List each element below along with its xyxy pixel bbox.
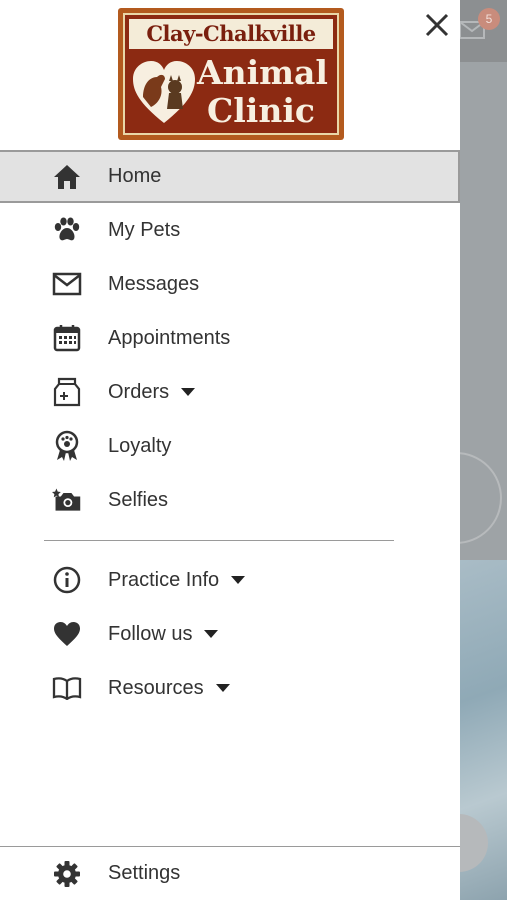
- menu-label-loyalty: Loyalty: [108, 434, 172, 457]
- menu-item-appointments[interactable]: Appointments: [0, 311, 460, 365]
- menu-label-follow-us: Follow us: [108, 623, 219, 646]
- book-icon: [52, 673, 82, 703]
- gear-icon: [52, 859, 82, 889]
- logo-line3: Clinic: [207, 91, 315, 130]
- menu-item-home[interactable]: Home: [0, 150, 460, 203]
- chevron-down-icon: [231, 576, 246, 585]
- notification-badge: 5: [478, 8, 500, 30]
- menu-label-resources: Resources: [108, 677, 230, 700]
- heart-animals-icon: [133, 61, 195, 123]
- secondary-menu: Practice Info Follow us Resources: [0, 553, 460, 715]
- menu-label-messages: Messages: [108, 272, 200, 295]
- menu-label-settings: Settings: [108, 862, 181, 884]
- menu-item-resources[interactable]: Resources: [0, 661, 460, 715]
- logo-line1: Clay-Chalkville: [129, 19, 333, 49]
- menu-item-orders[interactable]: Orders: [0, 365, 460, 419]
- paw-icon: [52, 215, 82, 245]
- camera-icon: [52, 485, 82, 515]
- close-icon[interactable]: [420, 8, 454, 42]
- calendar-icon: [52, 323, 82, 353]
- menu-item-follow-us[interactable]: Follow us: [0, 607, 460, 661]
- clinic-logo: Clay-Chalkville Animal Clinic: [118, 8, 344, 140]
- menu-item-messages[interactable]: Messages: [0, 257, 460, 311]
- food-bag-icon: [52, 377, 82, 407]
- menu-label-selfies: Selfies: [108, 488, 169, 511]
- menu-item-loyalty[interactable]: Loyalty: [0, 419, 460, 473]
- menu-label-home: Home: [108, 165, 162, 187]
- navigation-drawer: Clay-Chalkville Animal Clinic Home My Pe…: [0, 0, 460, 900]
- menu-item-practice-info[interactable]: Practice Info: [0, 553, 460, 607]
- chevron-down-icon: [215, 684, 230, 693]
- ribbon-badge-icon: [52, 430, 82, 461]
- menu-item-selfies[interactable]: Selfies: [0, 473, 460, 527]
- menu-label-practice-info: Practice Info: [108, 569, 246, 592]
- menu-item-settings[interactable]: Settings: [0, 847, 460, 900]
- logo-line2: Animal: [197, 53, 328, 92]
- menu-label-orders: Orders: [108, 381, 196, 404]
- menu-label-my-pets: My Pets: [108, 218, 181, 241]
- home-icon: [52, 162, 82, 192]
- chevron-down-icon: [204, 630, 219, 639]
- chevron-down-icon: [181, 388, 196, 397]
- heart-icon: [52, 619, 82, 649]
- envelope-icon: [52, 269, 82, 299]
- menu-label-appointments: Appointments: [108, 326, 231, 349]
- menu-item-my-pets[interactable]: My Pets: [0, 203, 460, 257]
- info-icon: [52, 565, 82, 595]
- menu-divider: [44, 540, 394, 541]
- primary-menu: Home My Pets Messages Appointments Order…: [0, 150, 460, 527]
